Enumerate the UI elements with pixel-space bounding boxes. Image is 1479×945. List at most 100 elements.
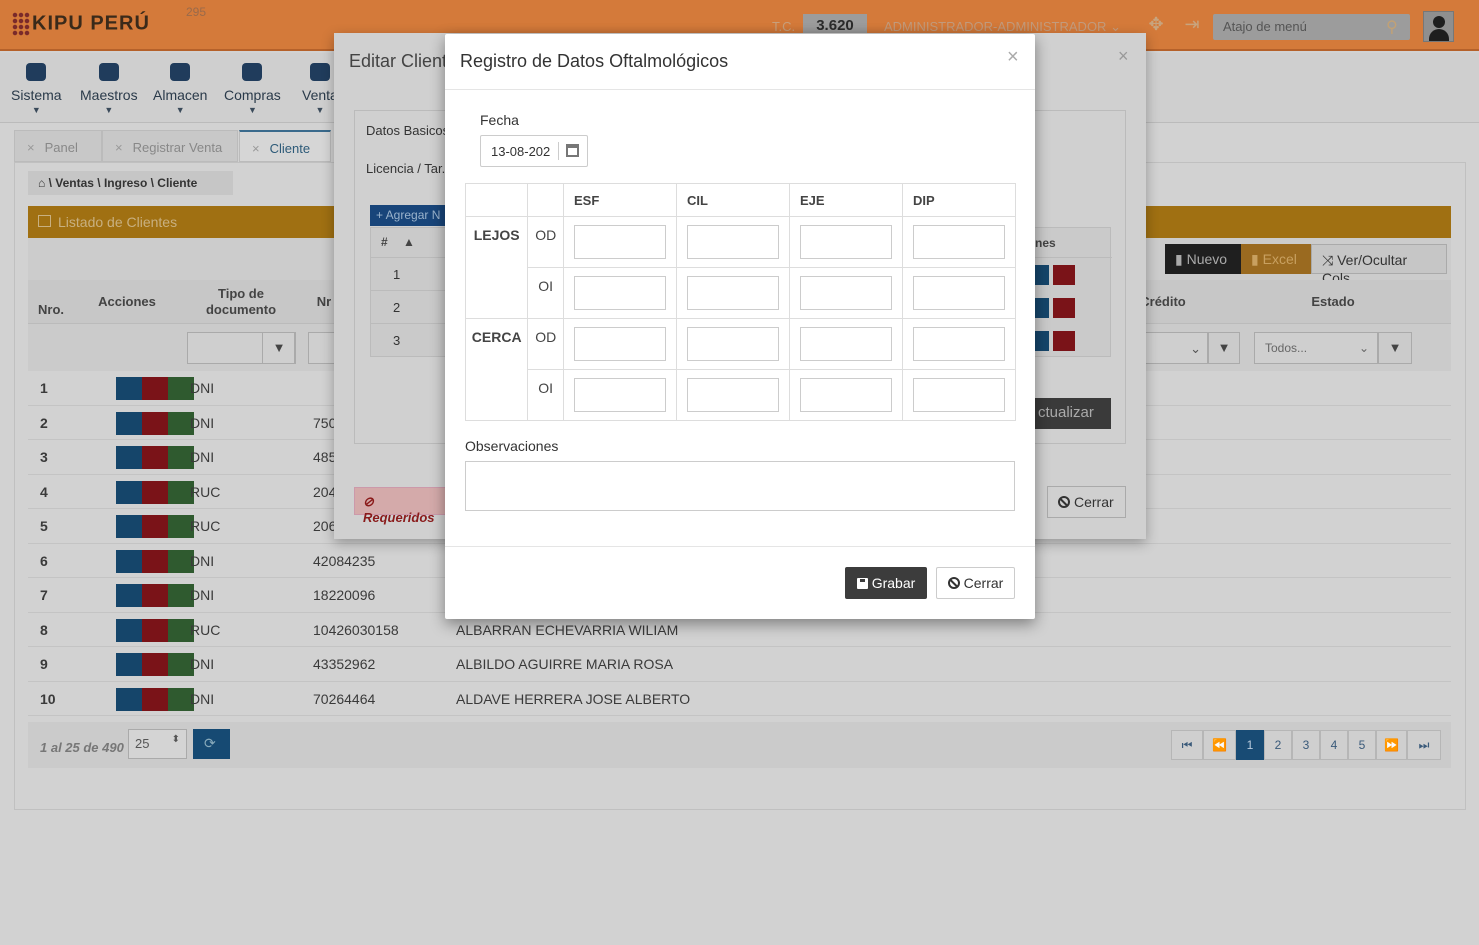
trash-icon[interactable] bbox=[142, 377, 168, 400]
trash-icon[interactable] bbox=[142, 653, 168, 676]
page-3[interactable]: 3 bbox=[1292, 730, 1320, 760]
page-4[interactable]: 4 bbox=[1320, 730, 1348, 760]
page-5[interactable]: 5 bbox=[1348, 730, 1376, 760]
search-icon[interactable]: ⚲ bbox=[1386, 17, 1406, 37]
trash-icon[interactable] bbox=[142, 687, 168, 711]
tab-datos-basicos[interactable]: Datos Basicos bbox=[366, 123, 449, 138]
move-icon[interactable]: ✥ bbox=[1145, 14, 1167, 36]
edit-icon[interactable] bbox=[116, 549, 142, 573]
edit-icon[interactable] bbox=[116, 411, 142, 435]
edit-icon[interactable] bbox=[116, 515, 142, 538]
cerca-oi-eje-input[interactable] bbox=[799, 378, 892, 412]
menu-almacen[interactable]: Almacen ▼ bbox=[153, 63, 207, 115]
lejos-oi-dip-input[interactable] bbox=[912, 276, 1005, 310]
trash-icon[interactable] bbox=[142, 446, 168, 469]
edit-icon[interactable] bbox=[116, 377, 142, 400]
grabar-button[interactable]: Grabar bbox=[845, 567, 927, 599]
menu-maestros[interactable]: Maestros ▼ bbox=[80, 63, 138, 115]
trash-icon[interactable] bbox=[1053, 298, 1075, 318]
next-page-icon[interactable]: ⏩ bbox=[1376, 730, 1407, 760]
toggle-columns-button[interactable]: ⤨ Ver/Ocultar Cols bbox=[1311, 244, 1447, 286]
table-row[interactable]: 9 DNI 43352962 ALBILDO AGUIRRE MARIA ROSA bbox=[28, 647, 1451, 682]
first-page-icon[interactable]: ⏮ bbox=[1171, 730, 1203, 760]
add-record-button[interactable]: + Agregar N bbox=[370, 205, 448, 226]
close-icon[interactable]: × bbox=[27, 140, 35, 155]
cerca-oi-cil-input[interactable] bbox=[686, 378, 779, 412]
cerca-od-eje-input[interactable] bbox=[799, 327, 892, 361]
col-nro[interactable]: Nro. bbox=[28, 280, 74, 324]
trash-icon[interactable] bbox=[142, 549, 168, 573]
grid-row[interactable]: 2 bbox=[371, 291, 449, 324]
edit-icon[interactable] bbox=[116, 480, 142, 504]
edit-icon[interactable] bbox=[116, 618, 142, 642]
trash-icon[interactable] bbox=[1053, 265, 1075, 285]
edit-close-button[interactable]: Cerrar bbox=[1047, 486, 1126, 518]
estado-filter-select[interactable]: Todos... ⌄ bbox=[1254, 332, 1378, 364]
table-row[interactable]: 10 DNI 70264464 ALDAVE HERRERA JOSE ALBERTO bbox=[28, 681, 1451, 716]
calendar-icon[interactable] bbox=[566, 144, 579, 157]
edit-icon[interactable] bbox=[116, 584, 142, 607]
last-page-icon[interactable]: ⏭ bbox=[1407, 730, 1441, 760]
filter-icon[interactable]: ▼ bbox=[1208, 332, 1240, 364]
lejos-od-dip-input[interactable] bbox=[912, 225, 1005, 259]
trash-icon[interactable] bbox=[142, 480, 168, 504]
trash-icon[interactable] bbox=[142, 411, 168, 435]
user-avatar-icon[interactable] bbox=[1423, 11, 1454, 42]
new-button[interactable]: ▮ Nuevo bbox=[1165, 244, 1241, 274]
lejos-oi-esf-input[interactable] bbox=[573, 276, 666, 310]
close-icon[interactable]: × bbox=[252, 141, 260, 156]
page-2[interactable]: 2 bbox=[1264, 730, 1292, 760]
menu-compras[interactable]: Compras ▼ bbox=[224, 63, 281, 115]
header-empty bbox=[464, 183, 529, 217]
cerca-od-dip-input[interactable] bbox=[912, 327, 1005, 361]
close-icon[interactable]: × bbox=[1007, 46, 1019, 69]
row-documento: 42084235 bbox=[313, 552, 376, 569]
lejos-od-cil-input[interactable] bbox=[686, 225, 779, 259]
menu-venta[interactable]: Venta ▼ bbox=[302, 63, 338, 115]
observaciones-textarea[interactable] bbox=[465, 461, 1015, 511]
trash-icon[interactable] bbox=[1053, 331, 1075, 351]
tab-registrar-venta[interactable]: × Registrar Venta bbox=[102, 130, 238, 162]
tab-cliente[interactable]: × Cliente bbox=[239, 130, 331, 162]
cerca-oi-esf-input[interactable] bbox=[573, 378, 666, 412]
lejos-oi-eje-input[interactable] bbox=[799, 276, 892, 310]
sort-up-icon[interactable]: ▲ bbox=[403, 235, 415, 249]
row-actions bbox=[116, 653, 196, 676]
prev-page-icon[interactable]: ⏪ bbox=[1203, 730, 1236, 760]
close-icon[interactable]: × bbox=[115, 140, 123, 155]
edit-icon[interactable] bbox=[116, 653, 142, 676]
menu-sistema[interactable]: Sistema ▼ bbox=[11, 63, 62, 115]
trash-icon[interactable] bbox=[142, 515, 168, 538]
close-icon[interactable]: × bbox=[1118, 46, 1129, 67]
exit-icon[interactable]: ⇥ bbox=[1181, 14, 1203, 36]
filter-icon[interactable]: ▼ bbox=[262, 332, 296, 364]
filter-icon[interactable]: ▼ bbox=[1378, 332, 1412, 364]
grid-row[interactable]: 1 bbox=[371, 258, 449, 291]
home-icon[interactable]: ⌂ bbox=[38, 176, 45, 190]
edit-icon[interactable] bbox=[116, 687, 142, 711]
trash-icon[interactable] bbox=[142, 584, 168, 607]
edit-icon[interactable] bbox=[116, 446, 142, 469]
cerrar-button[interactable]: Cerrar bbox=[936, 567, 1015, 599]
tab-licencia[interactable]: Licencia / Tar. bbox=[366, 161, 445, 176]
lejos-od-eje-input[interactable] bbox=[799, 225, 892, 259]
col-tipo-documento[interactable]: Tipo de documento bbox=[188, 280, 294, 324]
update-button[interactable]: ctualizar bbox=[1030, 398, 1111, 429]
lejos-od-esf-input[interactable] bbox=[573, 225, 666, 259]
fecha-input[interactable] bbox=[481, 136, 558, 166]
page-size-select[interactable]: 25 ⬍ bbox=[128, 729, 187, 759]
lejos-oi-cil-input[interactable] bbox=[686, 276, 779, 310]
page-1[interactable]: 1 bbox=[1236, 730, 1264, 760]
cerca-od-cil-input[interactable] bbox=[686, 327, 779, 361]
cerca-oi-dip-input[interactable] bbox=[912, 378, 1005, 412]
col-numero[interactable]: Nr bbox=[314, 280, 334, 324]
excel-button[interactable]: ▮ Excel bbox=[1241, 244, 1311, 274]
cerca-od-esf-input[interactable] bbox=[573, 327, 666, 361]
grid-row[interactable]: 3 bbox=[371, 324, 449, 357]
tab-panel[interactable]: × Panel bbox=[14, 130, 102, 162]
col-estado[interactable]: Estado bbox=[1248, 280, 1418, 324]
chevron-down-icon: ⌄ bbox=[1110, 19, 1121, 34]
menu-shortcut-search[interactable]: Atajo de menú bbox=[1213, 14, 1410, 40]
refresh-button[interactable]: ⟳ bbox=[193, 729, 230, 759]
trash-icon[interactable] bbox=[142, 618, 168, 642]
